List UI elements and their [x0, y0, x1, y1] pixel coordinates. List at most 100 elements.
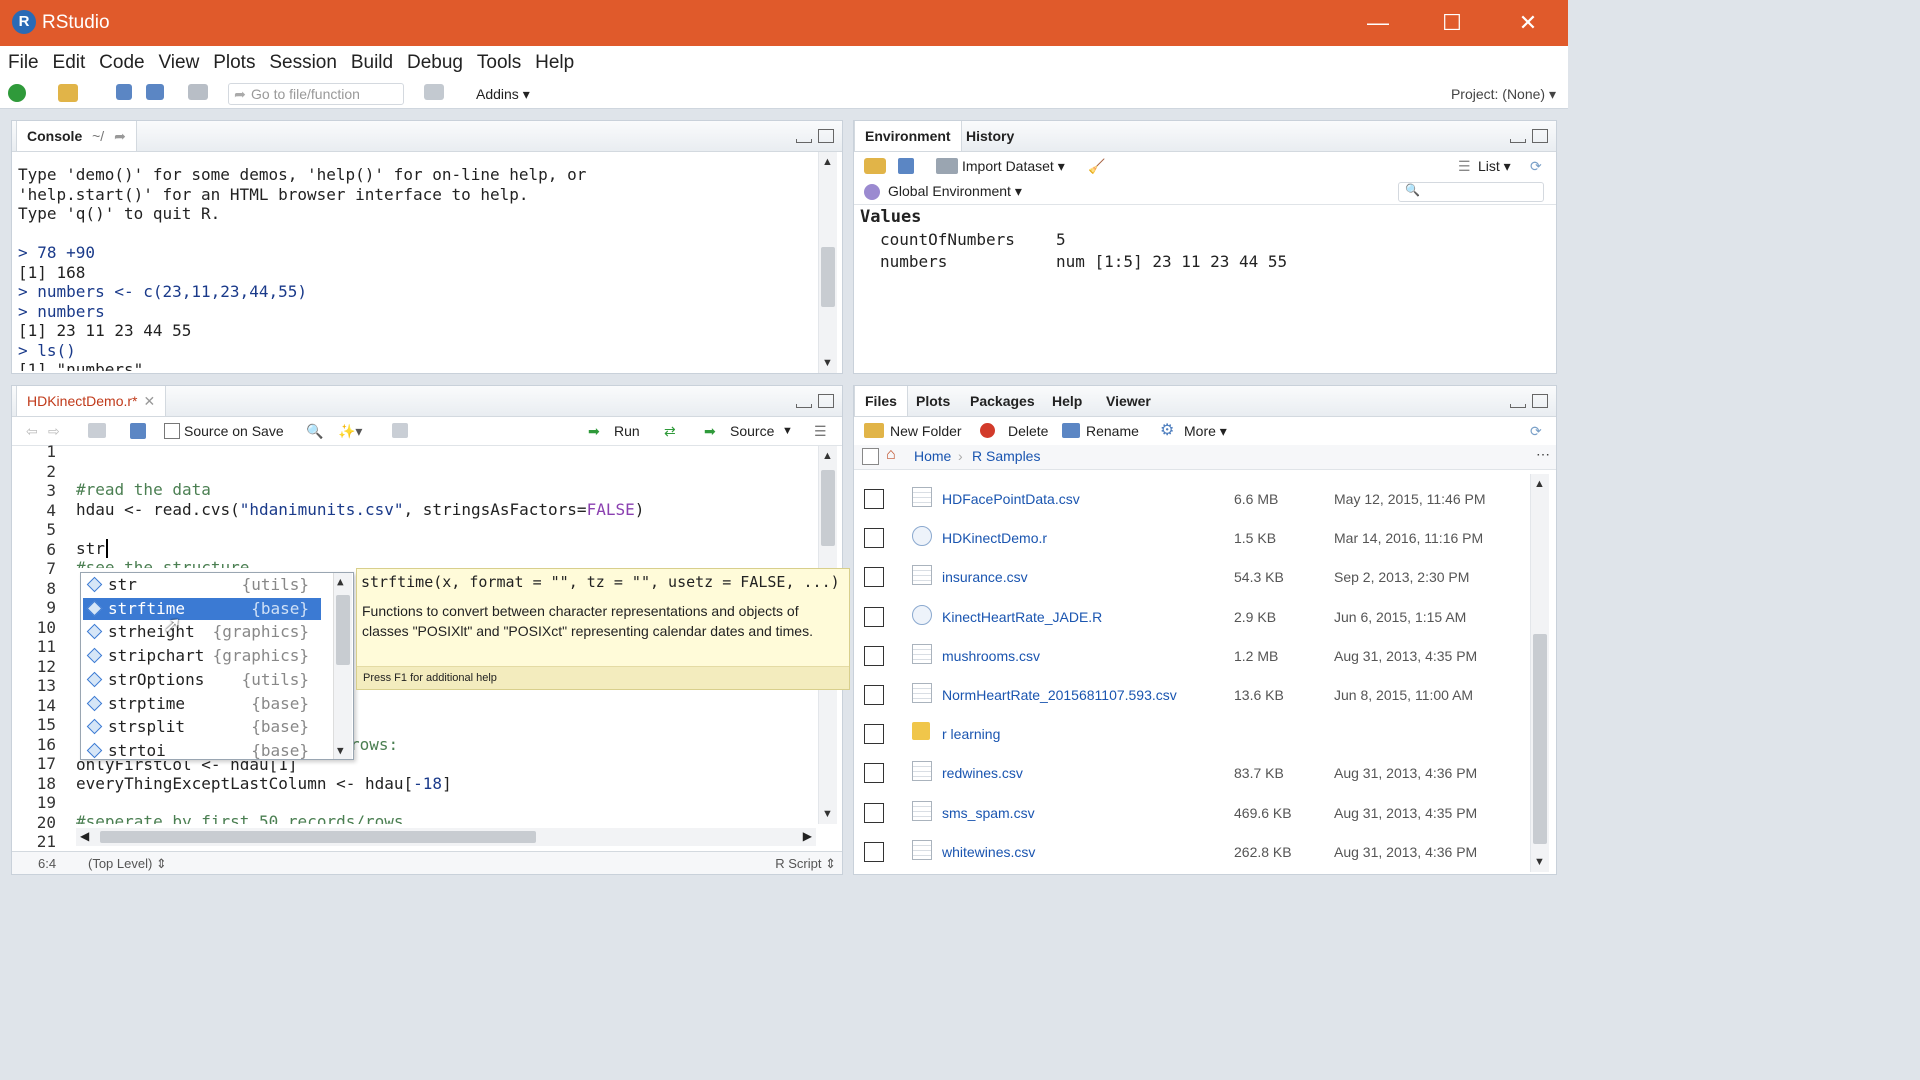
- file-name-link[interactable]: HDFacePointData.csv: [942, 491, 1080, 507]
- file-checkbox[interactable]: [864, 724, 884, 745]
- maximize-button[interactable]: ☐: [1432, 8, 1472, 38]
- maximize-pane-icon[interactable]: [1532, 394, 1548, 408]
- autocomplete-item-stripchart[interactable]: stripchart {graphics}: [83, 645, 321, 667]
- clear-broom-icon[interactable]: 🧹: [1088, 158, 1105, 175]
- env-row-countofnumbers[interactable]: countOfNumbers 5: [854, 229, 1554, 251]
- source-button[interactable]: Source: [730, 423, 774, 439]
- find-icon[interactable]: 🔍: [306, 423, 323, 440]
- scope-dropdown[interactable]: (Top Level) ⇕: [88, 856, 167, 872]
- tab-console[interactable]: Console ~/ ➦: [16, 121, 137, 151]
- save-all-icon[interactable]: [146, 84, 164, 100]
- autocomplete-item-str[interactable]: str {utils}: [83, 574, 321, 596]
- file-type-dropdown[interactable]: R Script ⇕: [775, 856, 836, 872]
- file-name-link[interactable]: r learning: [942, 726, 1000, 742]
- console-scrollbar[interactable]: ▲ ▼: [818, 152, 837, 373]
- tab-hdkinectdemo[interactable]: HDKinectDemo.r* ✕: [16, 386, 167, 416]
- import-dataset-button[interactable]: Import Dataset ▾: [962, 158, 1065, 175]
- file-row[interactable]: HDKinectDemo.r 1.5 KB Mar 14, 2016, 11:16 …: [854, 519, 1526, 558]
- rename-button[interactable]: Rename: [1086, 423, 1139, 439]
- tab-files[interactable]: Files: [854, 386, 908, 416]
- minimize-pane-icon[interactable]: [1510, 404, 1526, 408]
- file-checkbox[interactable]: [864, 489, 884, 509]
- list-view-menu[interactable]: List ▾: [1478, 158, 1511, 175]
- breadcrumb-r-samples[interactable]: R Samples: [972, 448, 1040, 464]
- code-tools-wand-icon[interactable]: ✨▾: [338, 423, 362, 440]
- save-icon[interactable]: [116, 84, 132, 100]
- refresh-icon[interactable]: ⟳: [1530, 423, 1542, 440]
- document-outline-icon[interactable]: ☰: [814, 423, 827, 440]
- run-button[interactable]: Run: [614, 423, 640, 439]
- menu-help[interactable]: Help: [535, 46, 574, 74]
- rerun-icon[interactable]: ⇄: [664, 423, 676, 440]
- minimize-button[interactable]: —: [1358, 8, 1398, 38]
- menu-tools[interactable]: Tools: [477, 46, 521, 74]
- menu-edit[interactable]: Edit: [53, 46, 86, 74]
- code-line-20[interactable]: #seperate by first 50 records/rows: [76, 812, 404, 824]
- menu-view[interactable]: View: [158, 46, 199, 74]
- file-row[interactable]: sms_spam.csv 469.6 KB Aug 31, 2013, 4:35 P…: [854, 794, 1526, 833]
- minimize-pane-icon[interactable]: [1510, 139, 1526, 143]
- file-name-link[interactable]: insurance.csv: [942, 569, 1028, 585]
- workspace-panes-icon[interactable]: [424, 84, 444, 100]
- close-tab-icon[interactable]: ✕: [143, 393, 155, 409]
- file-checkbox[interactable]: [864, 606, 884, 627]
- tab-environment[interactable]: Environment: [854, 121, 962, 151]
- file-row[interactable]: whitewines.csv 262.8 KB Aug 31, 2013, 4:36…: [854, 833, 1526, 872]
- source-on-save-checkbox[interactable]: [164, 423, 180, 439]
- tab-viewer[interactable]: Viewer: [1096, 386, 1161, 416]
- file-checkbox[interactable]: [864, 841, 884, 862]
- code-line-18[interactable]: everyThingExceptLastColumn <- hdau[-18]: [76, 774, 452, 793]
- autocomplete-scrollbar[interactable]: ▲ ▼: [333, 573, 352, 759]
- code-line-6[interactable]: str: [76, 539, 108, 558]
- file-name-link[interactable]: NormHeartRate_2015681107.593.csv: [942, 687, 1177, 703]
- code-line-7[interactable]: #see the structure: [76, 558, 249, 568]
- tab-packages[interactable]: Packages: [960, 386, 1045, 416]
- file-checkbox[interactable]: [864, 645, 884, 666]
- more-path-icon[interactable]: ⋯: [1536, 446, 1550, 463]
- autocomplete-item-strsplit[interactable]: strsplit {base}: [83, 716, 321, 738]
- close-button[interactable]: ✕: [1508, 8, 1548, 38]
- file-checkbox[interactable]: [864, 763, 884, 784]
- file-row[interactable]: r learning: [854, 715, 1526, 754]
- file-checkbox[interactable]: [864, 685, 884, 705]
- new-folder-button[interactable]: New Folder: [890, 423, 962, 439]
- load-workspace-icon[interactable]: [864, 158, 886, 174]
- console-output[interactable]: Type 'demo()' for some demos, 'help()' f…: [18, 165, 816, 371]
- forward-icon[interactable]: ⇨: [48, 423, 60, 440]
- autocomplete-item-strheight[interactable]: strheight {graphics}: [83, 621, 321, 643]
- menu-debug[interactable]: Debug: [407, 46, 463, 74]
- file-row[interactable]: NormHeartRate_2015681107.593.csv 13.6 KB J…: [854, 676, 1526, 715]
- home-icon[interactable]: ⌂: [886, 446, 896, 464]
- file-name-link[interactable]: redwines.csv: [942, 765, 1023, 781]
- maximize-pane-icon[interactable]: [1532, 129, 1548, 143]
- editor-horizontal-scrollbar[interactable]: ◀ ▶: [76, 828, 816, 846]
- environment-search-input[interactable]: 🔍: [1398, 182, 1544, 202]
- minimize-pane-icon[interactable]: [796, 404, 812, 408]
- breadcrumb-home[interactable]: Home: [914, 448, 951, 464]
- code-line-3[interactable]: #read the data: [76, 480, 211, 499]
- autocomplete-item-strtoi[interactable]: strtoi {base}: [83, 740, 321, 762]
- file-name-link[interactable]: mushrooms.csv: [942, 648, 1040, 664]
- files-scrollbar[interactable]: ▲ ▼: [1530, 474, 1549, 872]
- save-workspace-icon[interactable]: [898, 158, 914, 174]
- file-row[interactable]: insurance.csv 54.3 KB Sep 2, 2013, 2:30 PM: [854, 558, 1526, 597]
- global-environment-dropdown[interactable]: Global Environment ▾: [888, 183, 1022, 200]
- file-name-link[interactable]: HDKinectDemo.r: [942, 530, 1047, 546]
- menu-code[interactable]: Code: [99, 46, 144, 74]
- more-menu[interactable]: More ▾: [1184, 423, 1227, 440]
- minimize-pane-icon[interactable]: [796, 139, 812, 143]
- select-all-checkbox[interactable]: [862, 448, 879, 465]
- project-menu[interactable]: Project: (None) ▾: [1451, 86, 1556, 103]
- maximize-pane-icon[interactable]: [818, 129, 834, 143]
- tab-help[interactable]: Help: [1042, 386, 1092, 416]
- autocomplete-item-strftime[interactable]: strftime {base}: [83, 597, 321, 620]
- file-checkbox[interactable]: [864, 802, 884, 823]
- file-row[interactable]: KinectHeartRate_JADE.R 2.9 KB Jun 6, 2015,…: [854, 598, 1526, 637]
- file-name-link[interactable]: KinectHeartRate_JADE.R: [942, 609, 1102, 625]
- save-icon[interactable]: [130, 423, 146, 439]
- menu-plots[interactable]: Plots: [213, 46, 255, 74]
- show-in-window-icon[interactable]: [88, 423, 106, 438]
- back-icon[interactable]: ⇦: [26, 423, 38, 440]
- file-row[interactable]: HDFacePointData.csv 6.6 MB May 12, 2015, 1…: [854, 480, 1526, 519]
- autocomplete-item-strptime[interactable]: strptime {base}: [83, 693, 321, 715]
